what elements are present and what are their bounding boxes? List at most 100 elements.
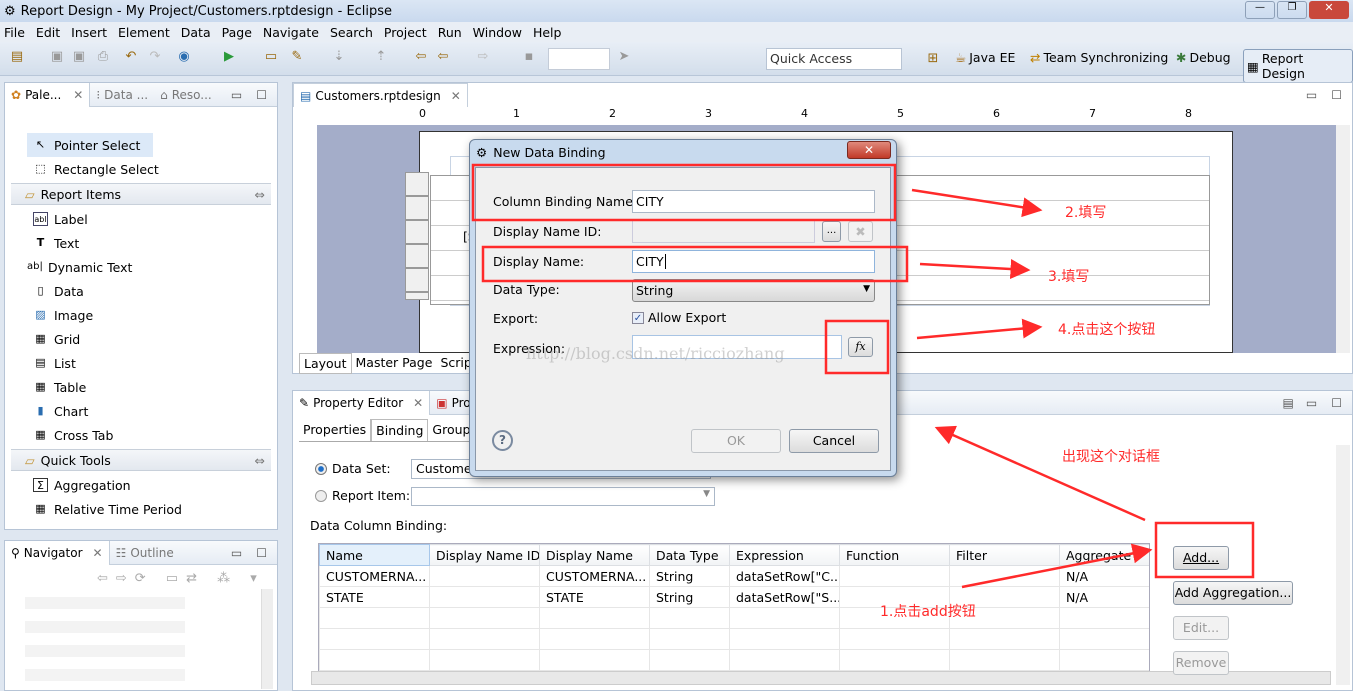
menu-insert[interactable]: Insert xyxy=(71,25,107,40)
column-header-expression[interactable]: Expression xyxy=(729,544,840,566)
collapse-icon[interactable]: ⇔ xyxy=(255,453,265,468)
column-header-function[interactable]: Function xyxy=(839,544,950,566)
palette-item-relative-time-period[interactable]: ▦ Relative Time Period xyxy=(5,497,277,521)
open-folder-icon[interactable]: ▭ xyxy=(262,48,280,66)
menu-help[interactable]: Help xyxy=(533,25,562,40)
column-header-data-type[interactable]: Data Type xyxy=(649,544,730,566)
tab-outline[interactable]: ☷ Outline xyxy=(110,541,180,565)
zoom-combo[interactable] xyxy=(548,48,610,70)
remove-button[interactable]: Remove xyxy=(1173,651,1229,675)
tab-master-page[interactable]: Master Page xyxy=(352,353,437,374)
ok-button[interactable]: OK xyxy=(691,429,781,453)
perspective-team-sync[interactable]: ⇄ Team Synchronizing xyxy=(1030,50,1168,65)
cancel-button[interactable]: Cancel xyxy=(789,429,879,453)
view-menu-icon[interactable]: ▤ xyxy=(1283,396,1294,410)
prev-annotation-icon[interactable]: ⇡ xyxy=(372,48,390,66)
data-set-radio[interactable]: Data Set: xyxy=(315,461,391,476)
palette-item-label[interactable]: abl Label xyxy=(5,207,277,231)
browse-button[interactable]: ... xyxy=(822,221,841,242)
new-icon[interactable]: ▤ xyxy=(8,48,26,66)
palette-item-cross-tab[interactable]: ▦ Cross Tab xyxy=(5,423,277,447)
display-name-input[interactable]: CITY xyxy=(632,250,875,273)
column-header-display-name[interactable]: Display Name xyxy=(539,544,650,566)
tab-data-explorer[interactable]: ⁝ Data ... xyxy=(90,83,154,107)
add-aggregation-button[interactable]: Add Aggregation... xyxy=(1173,581,1293,605)
next-annotation-icon[interactable]: ⇣ xyxy=(330,48,348,66)
row-handles[interactable] xyxy=(405,172,429,300)
menu-page[interactable]: Page xyxy=(222,25,252,40)
menu-navigate[interactable]: Navigate xyxy=(263,25,319,40)
menu-file[interactable]: File xyxy=(4,25,25,40)
minimize-icon[interactable]: ▭ xyxy=(1306,88,1317,102)
palette-item-image[interactable]: ▨ Image xyxy=(5,303,277,327)
table-row[interactable]: CUSTOMERNA... CUSTOMERNA... String dataSetR… xyxy=(319,565,1149,587)
display-name-id-input[interactable] xyxy=(632,220,815,243)
palette-item-list[interactable]: ▤ List xyxy=(5,351,277,375)
palette-item-chart[interactable]: ▮ Chart xyxy=(5,399,277,423)
close-icon[interactable]: ✕ xyxy=(93,546,103,560)
expression-builder-button[interactable]: fx xyxy=(848,337,873,357)
allow-export-checkbox[interactable]: ✓ Allow Export xyxy=(632,310,726,325)
palette-item-aggregation[interactable]: Σ Aggregation xyxy=(5,473,277,497)
open-perspective-icon[interactable]: ⊞ xyxy=(924,50,942,68)
last-edit-icon[interactable]: ⇦ xyxy=(412,48,430,66)
scrollbar[interactable] xyxy=(261,589,273,689)
maximize-button[interactable]: ❐ xyxy=(1277,1,1307,19)
preview-web-icon[interactable]: ◉ xyxy=(175,48,193,66)
back-icon[interactable]: ⇦ xyxy=(434,48,452,66)
tab-property-editor[interactable]: ✎ Property Editor ✕ xyxy=(293,390,431,415)
redo-icon[interactable]: ↷ xyxy=(146,48,164,66)
section-report-items[interactable]: ▱ Report Items ⇔ xyxy=(11,183,271,205)
perspective-report-design[interactable]: ▦ Report Design xyxy=(1243,49,1353,83)
tab-palette[interactable]: ✿ Pale... ✕ xyxy=(5,82,91,107)
tool-pointer-select[interactable]: ↖ Pointer Select xyxy=(27,133,153,157)
subtab-binding[interactable]: Binding xyxy=(371,419,429,441)
dialog-close-button[interactable]: ✕ xyxy=(847,141,891,159)
undo-icon[interactable]: ↶ xyxy=(122,48,140,66)
menu-search[interactable]: Search xyxy=(330,25,373,40)
vertical-scrollbar[interactable] xyxy=(1336,125,1350,353)
menu-edit[interactable]: Edit xyxy=(36,25,60,40)
column-header-filter[interactable]: Filter xyxy=(949,544,1060,566)
pointer-icon[interactable]: ➤ xyxy=(615,48,633,66)
save-all-icon[interactable]: ▣ xyxy=(70,48,88,66)
collapse-icon[interactable]: ⇔ xyxy=(255,187,265,202)
brush-icon[interactable]: ✎ xyxy=(288,48,306,66)
table-row[interactable]: STATE STATE String dataSetRow["S... N/A xyxy=(319,586,1149,608)
maximize-icon[interactable]: ☐ xyxy=(256,88,267,102)
column-binding-name-input[interactable]: CITY xyxy=(632,190,875,213)
menu-project[interactable]: Project xyxy=(384,25,427,40)
tab-customers-rptdesign[interactable]: ▤ Customers.rptdesign ✕ xyxy=(293,83,468,107)
menu-data[interactable]: Data xyxy=(181,25,211,40)
close-button[interactable]: ✕ xyxy=(1309,1,1349,19)
tab-resource-explorer[interactable]: ⌂ Reso... xyxy=(154,83,218,107)
maximize-icon[interactable]: ☐ xyxy=(1331,88,1342,102)
navigator-toolbar[interactable]: ⇦⇨⟳ ▭⇄ ⁂ ▾ xyxy=(97,571,265,586)
maximize-icon[interactable]: ☐ xyxy=(1331,396,1342,410)
tab-layout[interactable]: Layout xyxy=(299,353,352,374)
quick-access-input[interactable]: Quick Access xyxy=(766,48,902,70)
pin-icon[interactable]: ▪ xyxy=(520,48,538,66)
tab-navigator[interactable]: ⚲ Navigator ✕ xyxy=(5,540,110,565)
minimize-icon[interactable]: ▭ xyxy=(231,88,242,102)
column-header-display-name-id[interactable]: Display Name ID xyxy=(429,544,540,566)
maximize-icon[interactable]: ☐ xyxy=(256,546,267,560)
menu-window[interactable]: Window xyxy=(473,25,522,40)
run-icon[interactable]: ▶ xyxy=(220,48,238,66)
perspective-java-ee[interactable]: ☕ Java EE xyxy=(955,50,1015,65)
forward-icon[interactable]: ⇨ xyxy=(474,48,492,66)
palette-item-data[interactable]: ▯ Data xyxy=(5,279,277,303)
help-icon[interactable]: ? xyxy=(492,430,513,451)
column-header-name[interactable]: Name xyxy=(319,544,430,566)
add-button[interactable]: Add... xyxy=(1173,546,1229,570)
print-icon[interactable]: ⎙ xyxy=(94,48,112,66)
section-quick-tools[interactable]: ▱ Quick Tools ⇔ xyxy=(11,449,271,471)
report-item-radio[interactable]: Report Item: xyxy=(315,488,410,503)
vertical-scrollbar[interactable] xyxy=(1336,445,1350,685)
perspective-debug[interactable]: ✱ Debug xyxy=(1176,50,1231,65)
save-icon[interactable]: ▣ xyxy=(48,48,66,66)
palette-item-table[interactable]: ▦ Table xyxy=(5,375,277,399)
tool-rectangle-select[interactable]: ⬚ Rectangle Select xyxy=(5,157,277,181)
minimize-icon[interactable]: ▭ xyxy=(231,546,242,560)
subtab-properties[interactable]: Properties xyxy=(299,419,372,441)
